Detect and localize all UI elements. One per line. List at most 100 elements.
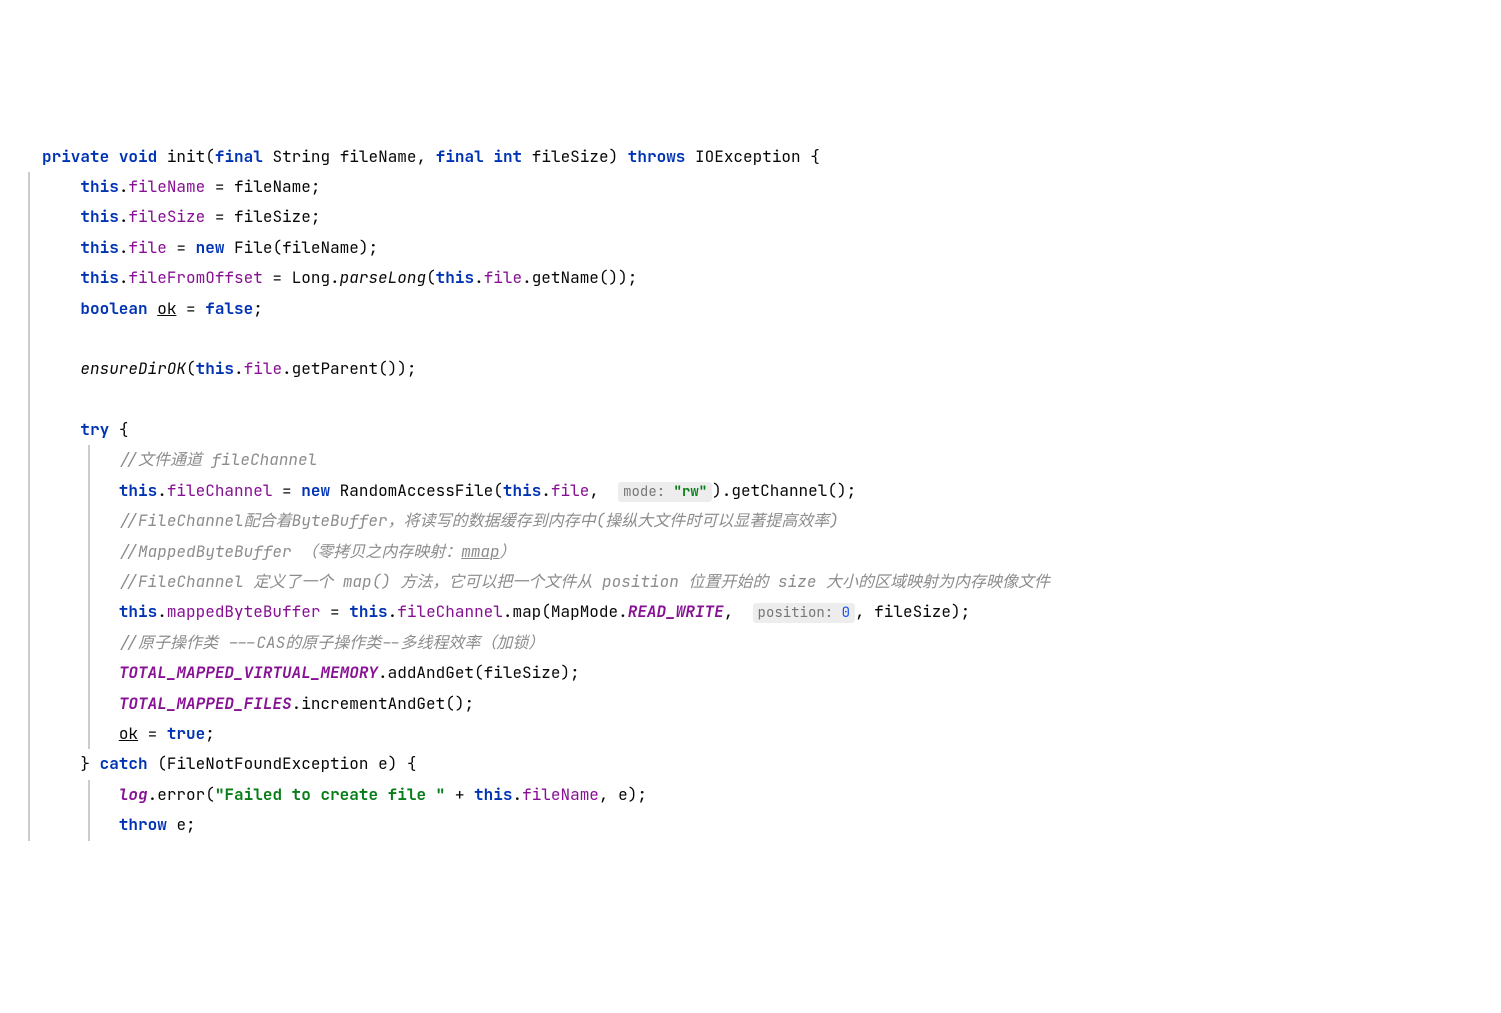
indent-guide: [28, 324, 30, 354]
paren: ): [388, 358, 398, 379]
comma: ,: [589, 480, 608, 501]
indent-guide: [28, 263, 30, 293]
indent-guide: [28, 780, 30, 810]
plus: +: [445, 784, 474, 805]
literal-true: true: [167, 723, 205, 744]
paren: (: [599, 267, 609, 288]
field-filefromoffset: fileFromOffset: [128, 267, 262, 288]
comma: ,: [417, 146, 427, 167]
indent-guide: [88, 810, 90, 840]
keyword-catch: catch: [100, 753, 148, 774]
dot: .: [292, 693, 302, 714]
code-line: //FileChannel 定义了一个 map() 方法，它可以把一个文件从 p…: [30, 567, 1471, 597]
code-line: throw e;: [30, 810, 1471, 840]
keyword-throw: throw: [119, 814, 167, 835]
comment: //FileChannel配合着ByteBuffer，将读写的数据缓存到内存中(…: [119, 510, 839, 531]
semicolon: ;: [311, 206, 321, 227]
keyword-final: final: [436, 146, 484, 167]
code-line: ok = true;: [30, 719, 1471, 749]
assign: =: [167, 237, 196, 258]
constant-tmvm: TOTAL_MAPPED_VIRTUAL_MEMORY: [119, 662, 378, 683]
field-log: log: [119, 784, 148, 805]
brace: {: [109, 419, 128, 440]
paren: ): [359, 237, 369, 258]
dot: .: [119, 176, 129, 197]
field-mappedbytebuffer: mappedByteBuffer: [167, 601, 321, 622]
var-e: e: [176, 814, 186, 835]
code-line: private void init(final String fileName,…: [30, 142, 1471, 172]
comma: ,: [599, 784, 618, 805]
type-mapmode: MapMode: [551, 601, 618, 622]
semicolon: ;: [570, 662, 580, 683]
param-filesize: fileSize: [532, 146, 609, 167]
keyword-this: this: [436, 267, 474, 288]
type-string: String: [272, 146, 330, 167]
dot: .: [541, 480, 551, 501]
keyword-private: private: [42, 146, 109, 167]
assign: =: [205, 176, 234, 197]
code-line: try {: [30, 415, 1471, 445]
hint-value: 0: [842, 604, 850, 622]
comment: //文件通道 fileChannel: [119, 449, 317, 470]
code-line: boolean ok = false;: [30, 294, 1471, 324]
indent-guide: [28, 354, 30, 384]
method-error: error: [157, 784, 205, 805]
semicolon: ;: [369, 237, 379, 258]
keyword-try: try: [80, 419, 109, 440]
paren: (: [493, 480, 503, 501]
indent-guide: [28, 294, 30, 324]
semicolon: ;: [464, 693, 474, 714]
indent-guide: [28, 719, 30, 749]
dot: .: [474, 267, 484, 288]
dot: .: [157, 601, 167, 622]
method-getchannel: getChannel: [731, 480, 827, 501]
method-addandget: addAndGet: [388, 662, 474, 683]
indent-guide: [28, 172, 30, 202]
keyword-this: this: [80, 267, 118, 288]
paren: (: [541, 601, 551, 622]
paren: ): [628, 784, 638, 805]
brace: {: [397, 753, 416, 774]
dot: .: [119, 267, 129, 288]
dot: .: [119, 237, 129, 258]
paren: ): [609, 267, 619, 288]
indent-guide: [28, 415, 30, 445]
indent-guide: [88, 506, 90, 536]
var-filename: fileName: [234, 176, 311, 197]
assign: =: [272, 480, 301, 501]
assign: =: [263, 267, 292, 288]
indent-guide: [28, 445, 30, 475]
code-line: } catch (FileNotFoundException e) {: [30, 749, 1471, 779]
var-filesize: fileSize: [484, 662, 561, 683]
comment: ）: [500, 541, 516, 562]
dot: .: [119, 206, 129, 227]
indent-guide: [88, 628, 90, 658]
dot: .: [388, 601, 398, 622]
paren: (: [205, 784, 215, 805]
method-name: init: [167, 146, 205, 167]
keyword-this: this: [80, 176, 118, 197]
paren: (: [474, 662, 484, 683]
paren: ): [609, 146, 619, 167]
indent-guide: [28, 658, 30, 688]
dot: .: [378, 662, 388, 683]
field-file: file: [128, 237, 166, 258]
paren: (: [378, 358, 388, 379]
type-long: Long: [292, 267, 330, 288]
code-line: this.fileFromOffset = Long.parseLong(thi…: [30, 263, 1471, 293]
code-line: this.file = new File(fileName);: [30, 233, 1471, 263]
code-line: //文件通道 fileChannel: [30, 445, 1471, 475]
constant-readwrite: READ_WRITE: [628, 601, 724, 622]
method-incrementandget: incrementAndGet: [301, 693, 445, 714]
code-line: this.fileSize = fileSize;: [30, 202, 1471, 232]
paren: (: [426, 267, 436, 288]
comment: //FileChannel 定义了一个 map() 方法，它可以把一个文件从 p…: [119, 571, 1050, 592]
dot: .: [618, 601, 628, 622]
code-line: this.fileName = fileName;: [30, 172, 1471, 202]
field-filesize: fileSize: [128, 206, 205, 227]
hint-label: mode:: [623, 483, 665, 501]
type-file: File: [234, 237, 272, 258]
field-file: file: [551, 480, 589, 501]
keyword-boolean: boolean: [80, 298, 147, 319]
string-literal: "Failed to create file ": [215, 784, 445, 805]
